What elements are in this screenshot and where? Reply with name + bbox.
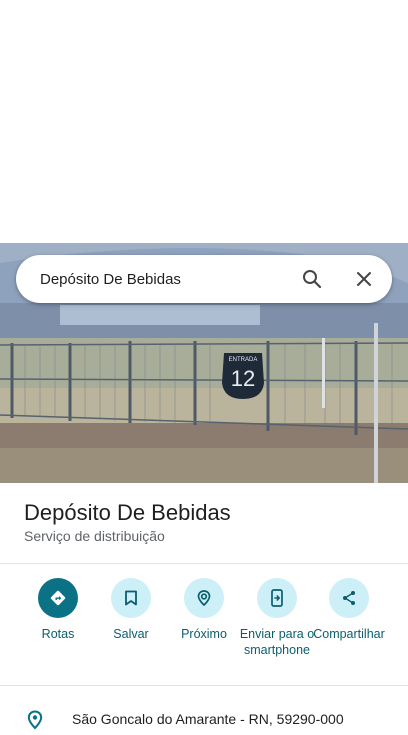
search-bar[interactable]: Depósito De Bebidas (16, 255, 392, 303)
sign-number: 12 (231, 366, 255, 391)
close-icon[interactable] (352, 267, 376, 291)
place-title: Depósito De Bebidas (24, 500, 231, 525)
search-icon[interactable] (300, 267, 324, 291)
share-label: Compartilhar (313, 627, 385, 641)
save-button[interactable]: Salvar (91, 578, 171, 642)
send-to-phone-button[interactable]: Enviar para o smartphone (237, 578, 317, 658)
sign-label: ENTRADA (229, 357, 258, 363)
address-text: São Goncalo do Amarante - RN, 59290-000 (72, 711, 344, 727)
directions-label: Rotas (41, 627, 75, 641)
location-pin-icon (26, 710, 44, 735)
bookmark-icon (111, 578, 151, 618)
send-to-phone-label: Enviar para o smartphone (239, 627, 315, 657)
share-icon (329, 578, 369, 618)
map-blank-area (0, 0, 408, 243)
place-category[interactable]: Serviço de distribuição (24, 528, 165, 544)
save-label: Salvar (113, 627, 149, 641)
send-to-phone-icon (257, 578, 297, 618)
divider (0, 563, 408, 564)
nearby-label: Próximo (181, 627, 227, 641)
share-button[interactable]: Compartilhar (309, 578, 389, 642)
directions-icon (38, 578, 78, 618)
directions-button[interactable]: Rotas (18, 578, 98, 642)
divider (0, 685, 408, 686)
nearby-button[interactable]: Próximo (164, 578, 244, 642)
nearby-icon (184, 578, 224, 618)
address-row[interactable]: São Goncalo do Amarante - RN, 59290-000 (0, 700, 408, 730)
search-input[interactable]: Depósito De Bebidas (40, 271, 300, 288)
